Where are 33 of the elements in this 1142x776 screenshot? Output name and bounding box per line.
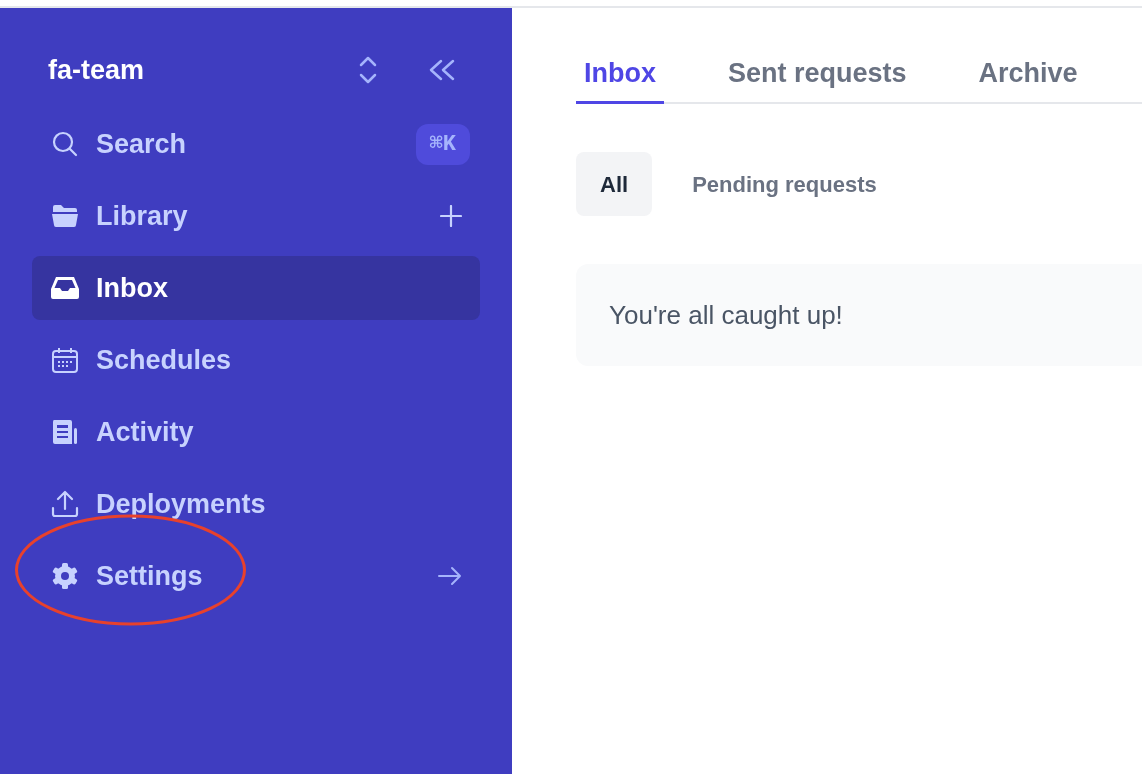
nav-label: Search	[96, 127, 188, 161]
filter-tab[interactable]: Pending requests	[676, 152, 893, 216]
upload-icon	[51, 490, 79, 518]
team-name: fa-team	[48, 53, 146, 87]
nav-label: Settings	[96, 559, 204, 593]
double-chevron-left-icon[interactable]	[428, 58, 456, 82]
nav-item[interactable]: Library	[32, 184, 480, 248]
nav-item[interactable]: Search ⌘K	[32, 112, 480, 176]
empty-message: You're all caught up!	[609, 298, 843, 332]
inbox-tray-icon	[50, 276, 80, 300]
chevron-up-down-icon[interactable]	[358, 54, 378, 86]
nav-label: Activity	[96, 415, 195, 449]
nav-item[interactable]: Settings	[32, 544, 480, 608]
search-icon	[51, 130, 79, 158]
plus-icon[interactable]	[440, 205, 462, 227]
arrow-right-icon[interactable]	[438, 566, 462, 586]
calendar-icon	[51, 346, 79, 374]
shortcut-badge: ⌘K	[415, 123, 470, 165]
filter-tab[interactable]: All	[576, 152, 653, 216]
nav-label: Deployments	[96, 487, 267, 521]
folder-icon	[51, 204, 79, 228]
tab[interactable]: Archive	[970, 46, 1086, 104]
tab[interactable]: Inbox	[576, 46, 664, 104]
newspaper-icon	[51, 418, 79, 446]
nav-label: Library	[96, 199, 189, 233]
nav-label: Inbox	[96, 271, 169, 305]
gear-icon	[51, 562, 79, 590]
nav-item[interactable]: Inbox	[32, 256, 480, 320]
nav-item[interactable]: Activity	[32, 400, 480, 464]
tab[interactable]: Sent requests	[720, 46, 915, 104]
nav-label: Schedules	[96, 343, 233, 377]
nav-item[interactable]: Deployments	[32, 472, 480, 536]
nav-item[interactable]: Schedules	[32, 328, 480, 392]
